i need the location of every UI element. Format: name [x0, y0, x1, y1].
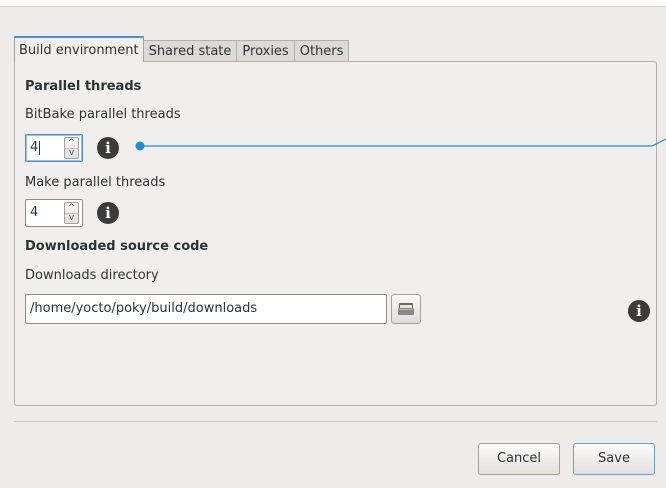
parallel-threads-heading: Parallel threads: [25, 79, 142, 94]
cancel-button[interactable]: Cancel: [478, 443, 560, 475]
spin-down-icon[interactable]: v: [65, 213, 78, 223]
settings-panel: Parallel threads BitBake parallel thread…: [14, 61, 657, 406]
downloaded-source-heading: Downloaded source code: [25, 239, 209, 254]
tab-bar: Build environment Shared state Proxies O…: [14, 36, 350, 62]
pointer-line-tail: [651, 138, 666, 147]
pointer-line: [135, 138, 666, 151]
tab-proxies[interactable]: Proxies: [236, 40, 295, 62]
text-cursor: [39, 141, 41, 155]
downloads-directory-label: Downloads directory: [25, 268, 159, 283]
save-button[interactable]: Save: [573, 443, 655, 475]
info-icon[interactable]: i: [628, 300, 650, 322]
spinner-buttons: ^ v: [64, 137, 79, 159]
top-strip: [0, 0, 666, 7]
bottom-separator: [14, 421, 657, 422]
make-threads-value: 4: [30, 205, 39, 220]
bitbake-threads-spinner[interactable]: 4 ^ v: [25, 134, 83, 162]
downloads-directory-input[interactable]: /home/yocto/poky/build/downloads: [25, 294, 387, 324]
info-icon[interactable]: i: [97, 202, 119, 224]
make-threads-label: Make parallel threads: [25, 175, 166, 190]
spin-down-icon[interactable]: v: [65, 148, 78, 158]
make-threads-spinner[interactable]: 4 ^ v: [25, 199, 83, 227]
info-icon[interactable]: i: [97, 137, 119, 159]
spinner-buttons: ^ v: [64, 202, 79, 224]
folder-icon: [398, 303, 414, 315]
tab-build-environment[interactable]: Build environment: [14, 36, 144, 62]
tab-others[interactable]: Others: [293, 40, 350, 62]
bitbake-threads-value: 4: [30, 140, 41, 155]
bitbake-threads-label: BitBake parallel threads: [25, 107, 181, 122]
folder-browse-button[interactable]: [391, 294, 421, 324]
tab-shared-state[interactable]: Shared state: [142, 40, 238, 62]
